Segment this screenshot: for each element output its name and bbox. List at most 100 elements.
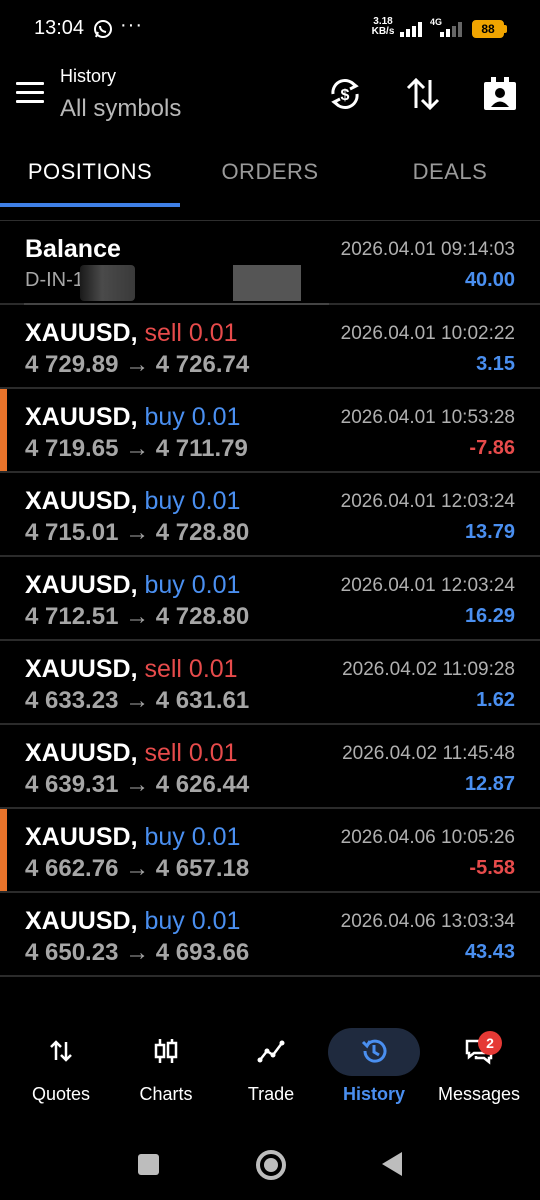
deal-close-price: 4 711.79 (155, 435, 248, 462)
nav-history[interactable]: History (320, 1020, 428, 1120)
deal-open-price: 4 715.01 (25, 519, 119, 546)
deal-open-price: 4 633.23 (25, 687, 119, 714)
deal-symbol: XAUUSD, (25, 487, 138, 515)
deal-symbol: XAUUSD, (25, 403, 138, 431)
deal-symbol-line: XAUUSD, buy 0.01 (25, 907, 240, 936)
positions-list: Balance D-IN-1 2026.04.01 09:14:03 40.00… (0, 221, 540, 977)
deal-profit: 43.43 (464, 941, 515, 963)
deal-open-price: 4 729.89 (25, 351, 119, 378)
network-speed: 3.18 KB/s (368, 17, 398, 37)
sort-arrows-icon[interactable] (403, 74, 443, 114)
deal-profit: 1.62 (476, 689, 515, 711)
back-icon[interactable] (382, 1152, 402, 1176)
deal-date: 2026.04.06 13:03:34 (340, 911, 515, 932)
deal-type: buy 0.01 (144, 823, 241, 851)
deal-symbol-line: XAUUSD, buy 0.01 (25, 571, 240, 600)
balance-title: Balance (25, 235, 121, 263)
deal-type: sell 0.01 (144, 319, 238, 347)
deal-prices: 4 715.01 → 4 728.80 (25, 519, 249, 547)
deal-open-price: 4 662.76 (25, 855, 119, 882)
nav-charts-label: Charts (139, 1084, 193, 1104)
arrow-right-icon: → (125, 687, 150, 714)
nav-trade[interactable]: Trade (217, 1020, 325, 1120)
nav-charts[interactable]: Charts (112, 1020, 220, 1120)
balance-account: D-IN-1 (25, 269, 84, 291)
tab-positions[interactable]: POSITIONS (0, 140, 180, 208)
hamburger-menu-icon[interactable] (16, 82, 44, 104)
whatsapp-icon (94, 20, 112, 38)
tab-deals[interactable]: DEALS (360, 140, 540, 208)
deal-prices: 4 712.51 → 4 728.80 (25, 603, 249, 631)
deal-date: 2026.04.01 12:03:24 (340, 575, 515, 596)
deal-row[interactable]: XAUUSD, buy 0.01 4 662.76 → 4 657.18 2026.… (0, 809, 540, 893)
currency-sync-icon[interactable]: $ (325, 74, 365, 114)
deal-row[interactable]: XAUUSD, buy 0.01 4 650.23 → 4 693.66 2026.… (0, 893, 540, 977)
deal-date: 2026.04.06 10:05:26 (340, 827, 515, 848)
arrow-right-icon: → (125, 435, 150, 462)
svg-text:$: $ (341, 87, 350, 104)
deal-date: 2026.04.01 12:03:24 (340, 491, 515, 512)
signal-icon (400, 22, 422, 37)
account-badge-icon[interactable] (480, 74, 520, 114)
nav-messages-label: Messages (437, 1084, 521, 1104)
deal-row[interactable]: XAUUSD, sell 0.01 4 633.23 → 4 631.61 2026… (0, 641, 540, 725)
arrow-right-icon: → (125, 519, 150, 546)
deal-date: 2026.04.02 11:09:28 (342, 659, 515, 680)
loss-marker (0, 809, 7, 891)
deal-type: buy 0.01 (144, 907, 241, 935)
balance-amount: 40.00 (464, 269, 515, 291)
deal-profit: -5.58 (469, 857, 515, 879)
arrow-right-icon: → (125, 771, 150, 798)
notification-more-icon: ··· (120, 14, 143, 36)
history-clock-icon (361, 1039, 387, 1063)
status-bar: 13:04 ··· 3.18 KB/s 4G 88 (0, 0, 540, 60)
deal-profit: 16.29 (464, 605, 515, 627)
balance-date: 2026.04.01 09:14:03 (340, 239, 515, 260)
redacted-area (233, 265, 301, 301)
deal-row[interactable]: XAUUSD, sell 0.01 4 639.31 → 4 626.44 2026… (0, 725, 540, 809)
deal-profit: -7.86 (469, 437, 515, 459)
nav-history-label: History (342, 1084, 405, 1104)
deal-row[interactable]: XAUUSD, buy 0.01 4 712.51 → 4 728.80 2026.… (0, 557, 540, 641)
deal-close-price: 4 631.61 (155, 687, 250, 714)
nav-trade-label: Trade (247, 1084, 295, 1104)
arrow-right-icon: → (125, 603, 150, 630)
deal-close-price: 4 726.74 (155, 351, 250, 378)
deal-prices: 4 633.23 → 4 631.61 (25, 687, 249, 715)
arrow-right-icon: → (125, 855, 150, 882)
network-speed-unit: KB/s (371, 26, 395, 37)
deal-open-price: 4 639.31 (25, 771, 119, 798)
deal-type: buy 0.01 (144, 487, 241, 515)
deal-close-price: 4 693.66 (155, 939, 250, 966)
deal-type: sell 0.01 (144, 739, 238, 767)
nav-quotes[interactable]: Quotes (7, 1020, 115, 1120)
nav-messages[interactable]: Messages (425, 1020, 533, 1120)
deal-open-price: 4 712.51 (25, 603, 119, 630)
symbol-filter[interactable]: All symbols (60, 95, 181, 123)
balance-row[interactable]: Balance D-IN-1 2026.04.01 09:14:03 40.00 (0, 221, 540, 305)
arrow-right-icon: → (125, 939, 150, 966)
active-tab-indicator (0, 203, 180, 207)
deal-prices: 4 729.89 → 4 726.74 (25, 351, 249, 379)
nav-quotes-label: Quotes (31, 1084, 91, 1104)
deal-type: buy 0.01 (144, 403, 241, 431)
tab-orders[interactable]: ORDERS (180, 140, 360, 208)
recent-apps-icon[interactable] (138, 1154, 159, 1175)
home-icon-dot (264, 1158, 278, 1172)
deal-row[interactable]: XAUUSD, sell 0.01 4 729.89 → 4 726.74 2026… (0, 305, 540, 389)
deal-row[interactable]: XAUUSD, buy 0.01 4 715.01 → 4 728.80 2026.… (0, 473, 540, 557)
status-time: 13:04 (34, 17, 85, 39)
deal-prices: 4 719.65 → 4 711.79 (25, 435, 248, 463)
redacted-area (80, 265, 135, 301)
deal-symbol-line: XAUUSD, buy 0.01 (25, 487, 240, 516)
deal-row[interactable]: XAUUSD, buy 0.01 4 719.65 → 4 711.79 2026.… (0, 389, 540, 473)
deal-type: buy 0.01 (144, 571, 241, 599)
battery-icon: 88 (472, 20, 504, 38)
deal-prices: 4 650.23 → 4 693.66 (25, 939, 249, 967)
deal-symbol-line: XAUUSD, sell 0.01 (25, 319, 238, 348)
deal-symbol-line: XAUUSD, sell 0.01 (25, 655, 238, 684)
messages-unread-badge: 2 (478, 1031, 502, 1055)
deal-symbol-line: XAUUSD, buy 0.01 (25, 403, 240, 432)
quotes-arrows-icon (50, 1040, 72, 1062)
page-title: History (60, 66, 117, 86)
